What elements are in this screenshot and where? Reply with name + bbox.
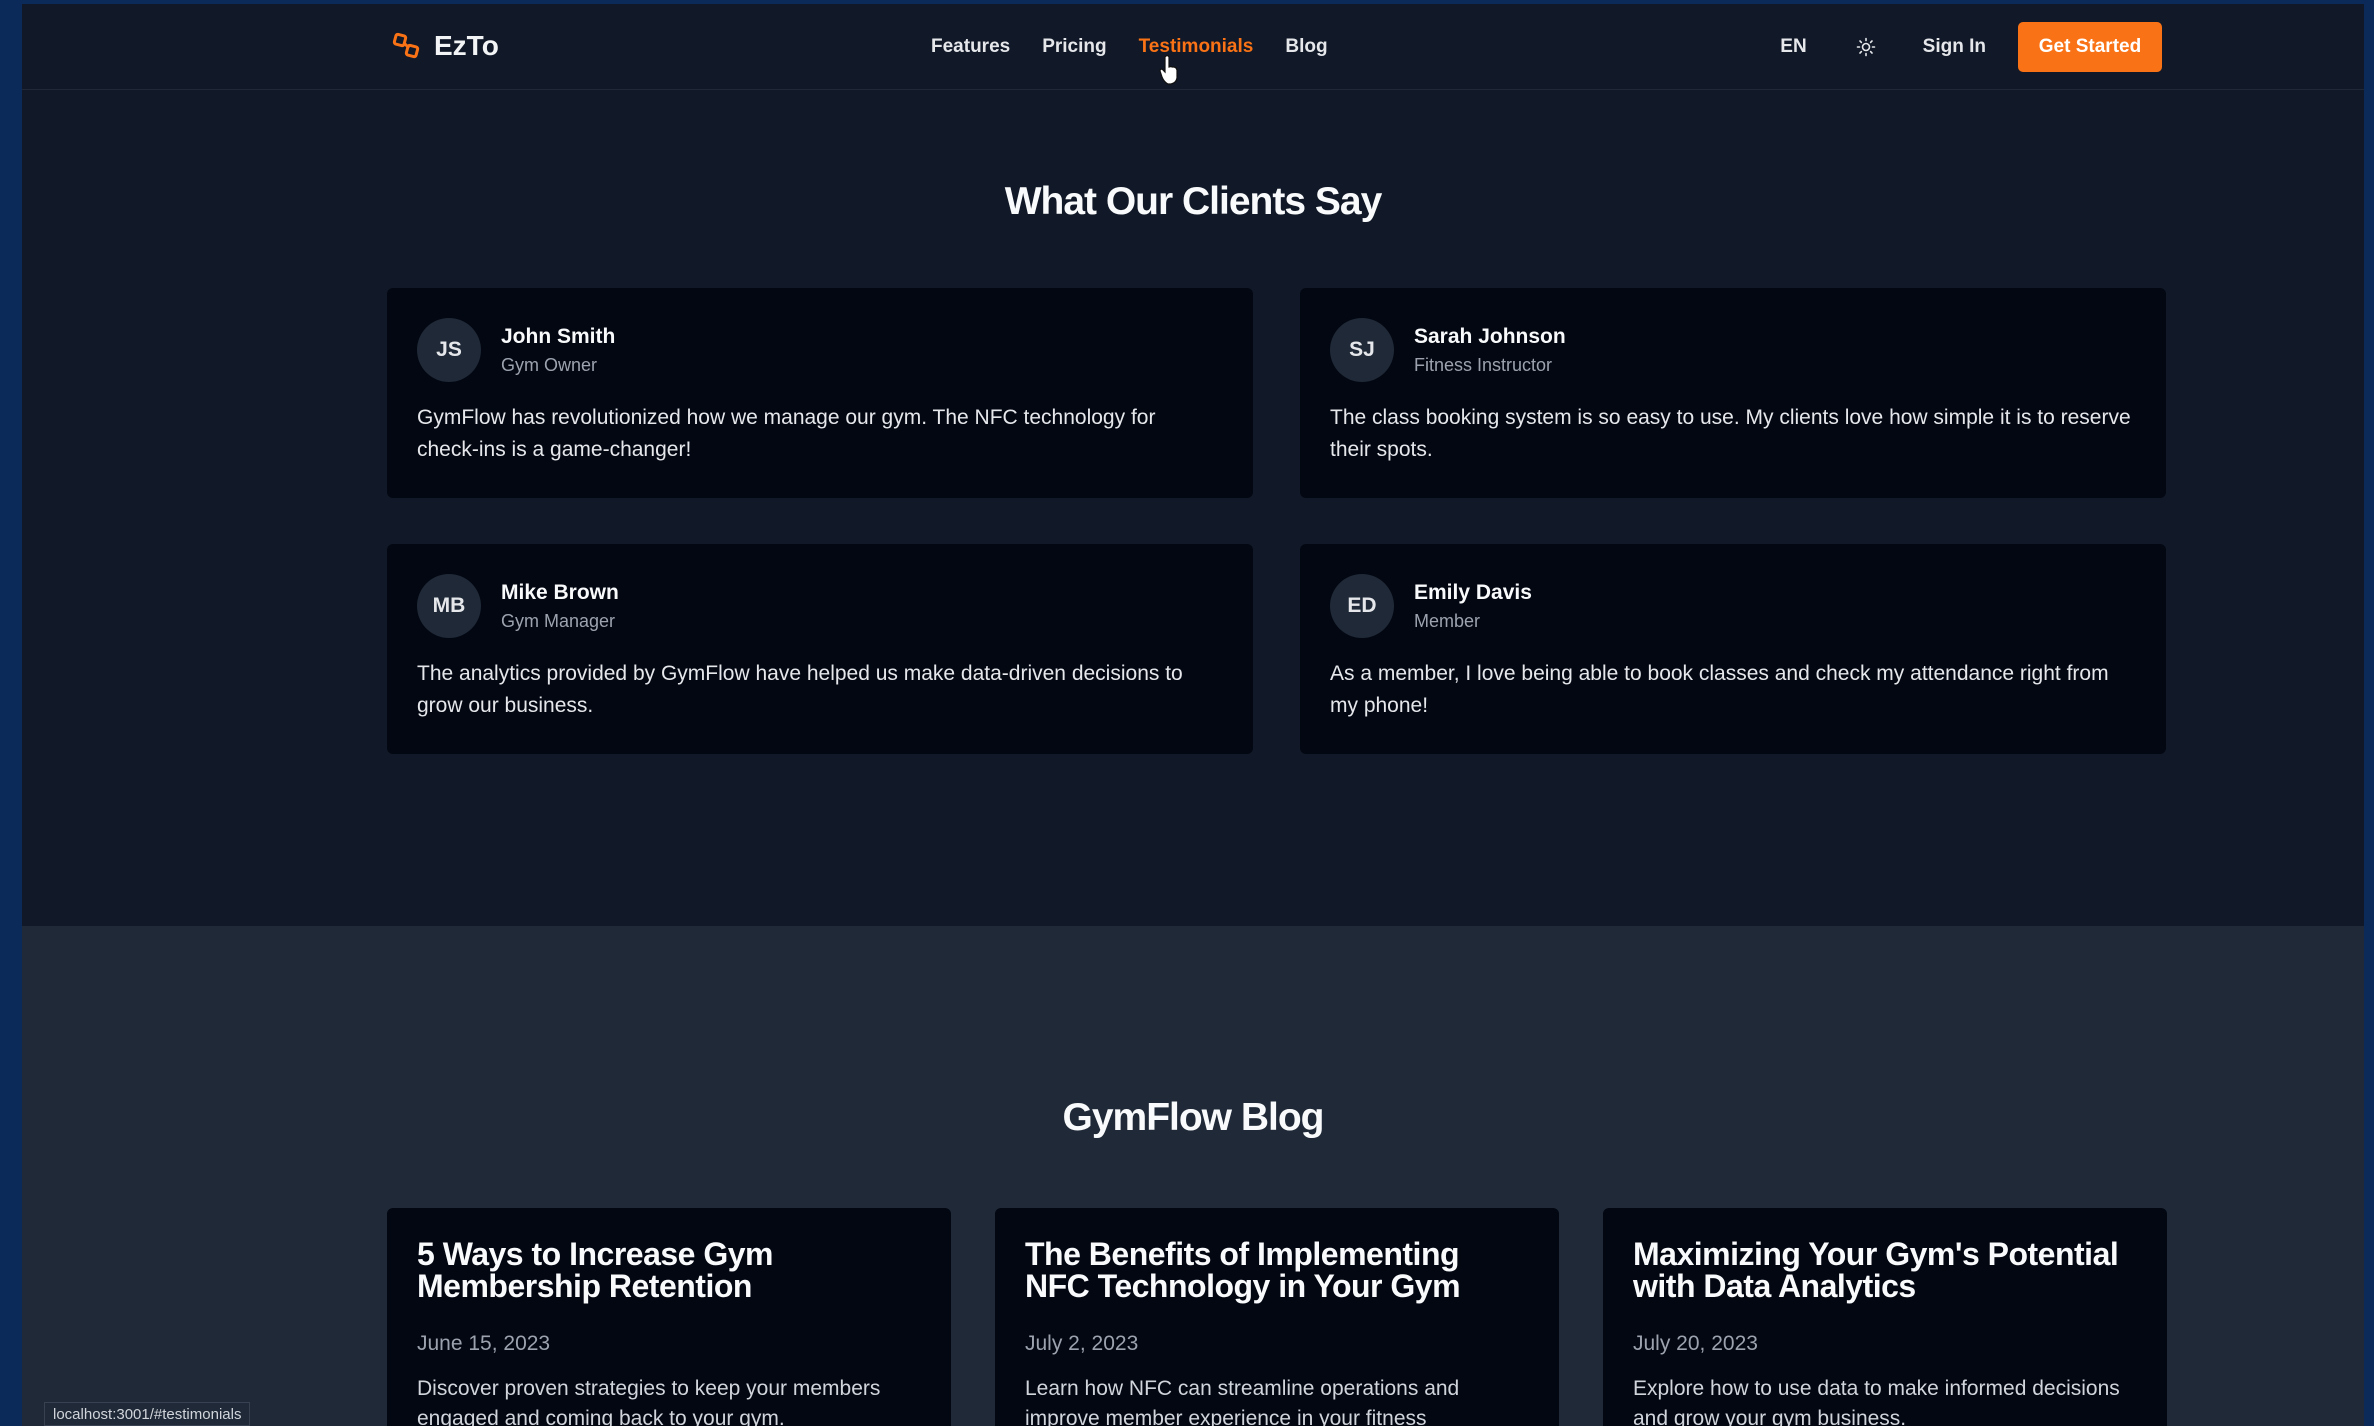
nav-link-testimonials[interactable]: Testimonials (1139, 36, 1254, 58)
logo-icon (392, 32, 420, 59)
testimonial-quote: As a member, I love being able to book c… (1330, 662, 2109, 717)
testimonial-quote: The class booking system is so easy to u… (1330, 406, 2131, 461)
testimonials-section: What Our Clients Say JS John Smith Gym O… (22, 90, 2364, 926)
top-navigation: EzTo Features Pricing Testimonials Blog … (22, 4, 2364, 90)
sign-in-link[interactable]: Sign In (1923, 36, 1986, 58)
blog-post-date: July 2, 2023 (1025, 1332, 1139, 1355)
blog-post-title[interactable]: 5 Ways to Increase Gym Membership Retent… (417, 1238, 921, 1302)
get-started-button[interactable]: Get Started (2018, 22, 2162, 72)
testimonial-name: John Smith (501, 324, 616, 348)
blog-post-excerpt: Learn how NFC can streamline operations … (1025, 1377, 1460, 1426)
pointer-cursor-icon (1159, 55, 1178, 85)
blog-post-card[interactable]: The Benefits of Implementing NFC Technol… (995, 1208, 1559, 1426)
testimonial-quote: The analytics provided by GymFlow have h… (417, 662, 1183, 717)
blog-post-title[interactable]: Maximizing Your Gym's Potential with Dat… (1633, 1238, 2137, 1302)
blog-post-date: July 20, 2023 (1633, 1332, 1758, 1355)
sun-icon (1856, 37, 1875, 57)
testimonial-role: Gym Owner (501, 354, 598, 375)
testimonial-role: Member (1414, 610, 1481, 631)
nav-link-pricing[interactable]: Pricing (1042, 36, 1106, 58)
nav-link-blog[interactable]: Blog (1285, 36, 1327, 58)
testimonial-role: Gym Manager (501, 610, 616, 631)
blog-post-excerpt: Explore how to use data to make informed… (1633, 1377, 2120, 1426)
nav-links: Features Pricing Testimonials Blog (931, 36, 1328, 58)
testimonial-name: Mike Brown (501, 580, 619, 604)
testimonials-title: What Our Clients Say (1004, 180, 1383, 223)
brand-logo[interactable]: EzTo (392, 30, 499, 62)
testimonial-name: Emily Davis (1414, 580, 1532, 604)
testimonial-role: Fitness Instructor (1414, 354, 1553, 375)
testimonial-card: JS John Smith Gym Owner GymFlow has revo… (387, 288, 1253, 498)
status-bar-url: localhost:3001/#testimonials (44, 1402, 251, 1426)
nav-actions: EN Sign In Get Started (1780, 22, 2162, 72)
blog-post-card[interactable]: 5 Ways to Increase Gym Membership Retent… (387, 1208, 951, 1426)
browser-viewport: EzTo Features Pricing Testimonials Blog … (22, 4, 2364, 1426)
blog-post-title[interactable]: The Benefits of Implementing NFC Technol… (1025, 1238, 1529, 1302)
blog-post-card[interactable]: Maximizing Your Gym's Potential with Dat… (1603, 1208, 2167, 1426)
testimonial-quote: GymFlow has revolutionized how we manage… (417, 406, 1156, 461)
nav-link-features[interactable]: Features (931, 36, 1010, 58)
avatar: ED (1330, 574, 1394, 638)
language-switcher[interactable]: EN (1780, 36, 1806, 58)
brand-name: EzTo (434, 30, 499, 61)
blog-post-date: June 15, 2023 (417, 1332, 551, 1355)
theme-toggle-button[interactable] (1851, 32, 1881, 62)
testimonial-name: Sarah Johnson (1414, 324, 1566, 348)
testimonial-card: ED Emily Davis Member As a member, I lov… (1300, 544, 2166, 754)
blog-post-excerpt: Discover proven strategies to keep your … (417, 1377, 881, 1426)
blog-section: GymFlow Blog 5 Ways to Increase Gym Memb… (22, 926, 2364, 1426)
avatar: SJ (1330, 318, 1394, 382)
blog-title: GymFlow Blog (1062, 1096, 1325, 1139)
testimonial-card: SJ Sarah Johnson Fitness Instructor The … (1300, 288, 2166, 498)
testimonial-card: MB Mike Brown Gym Manager The analytics … (387, 544, 1253, 754)
avatar: JS (417, 318, 481, 382)
avatar: MB (417, 574, 481, 638)
